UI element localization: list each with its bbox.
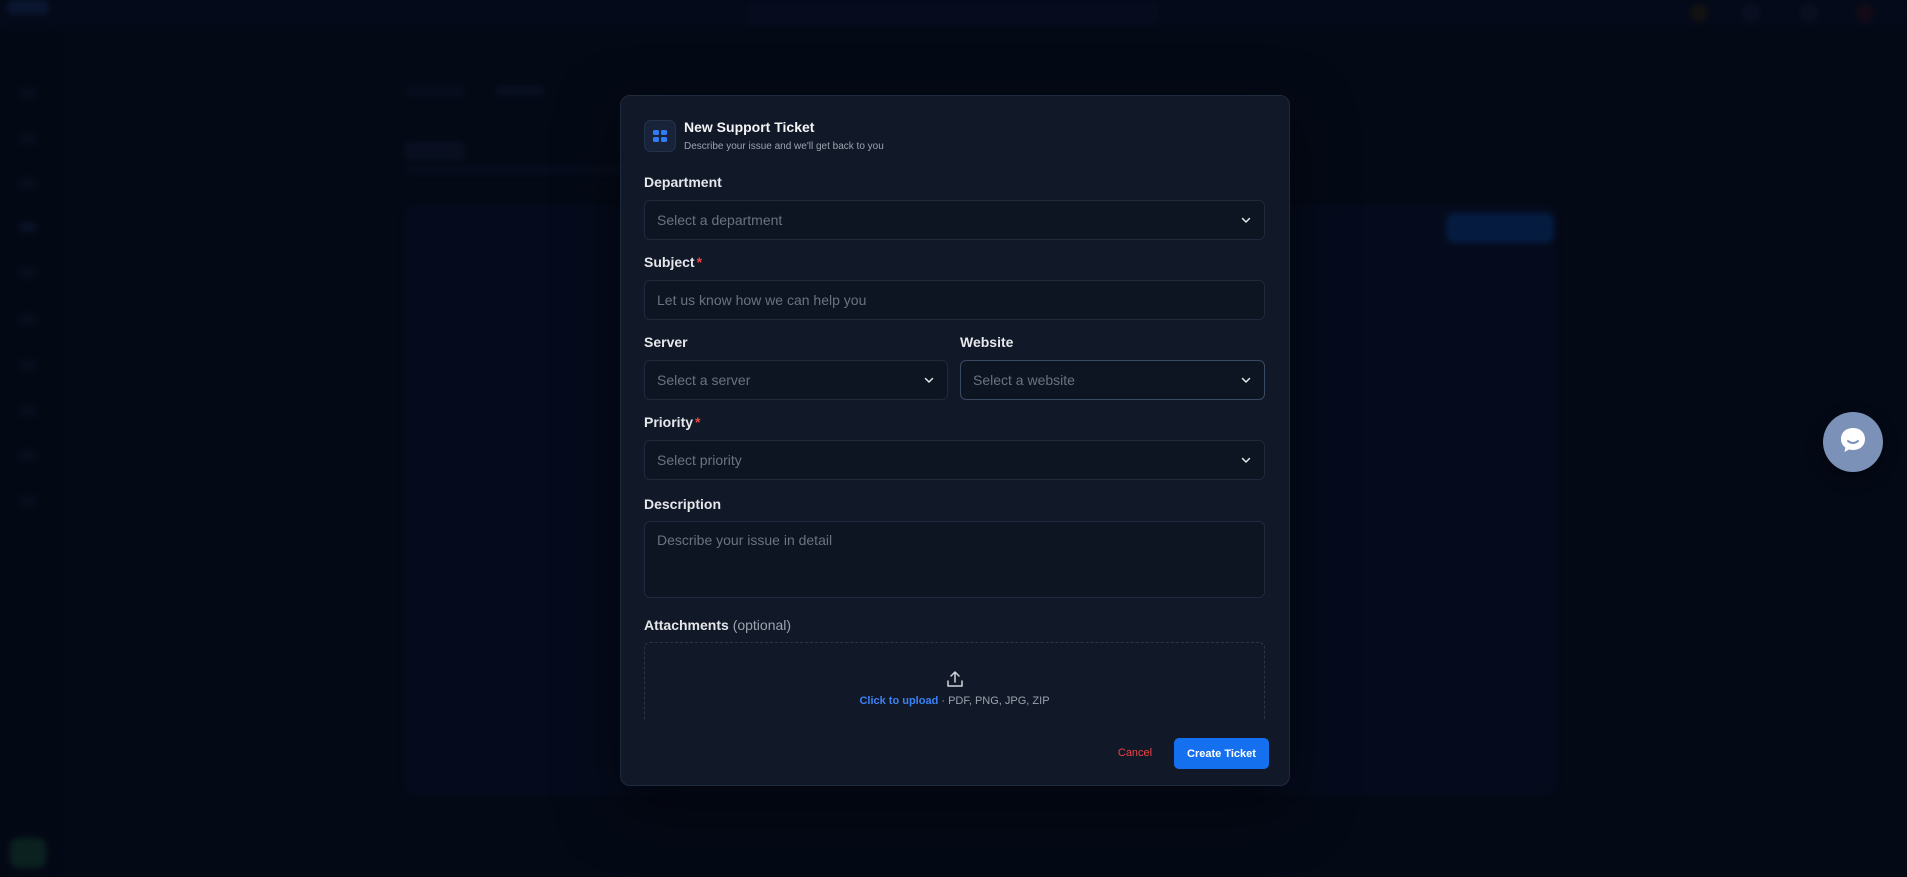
upload-file-types: · PDF, PNG, JPG, ZIP	[938, 695, 1050, 707]
description-textarea[interactable]: Describe your issue in detail	[644, 521, 1265, 598]
priority-select[interactable]: Select priority	[644, 440, 1265, 480]
server-label: Server	[644, 334, 688, 350]
description-placeholder: Describe your issue in detail	[657, 532, 833, 548]
website-label: Website	[960, 334, 1014, 350]
upload-text: Click to upload · PDF, PNG, JPG, ZIP	[859, 695, 1049, 707]
optional-hint: (optional)	[732, 617, 792, 633]
modal-subtitle: Describe your issue and we'll get back t…	[684, 141, 884, 152]
website-select[interactable]: Select a website	[960, 360, 1265, 400]
subject-placeholder: Let us know how we can help you	[657, 292, 867, 308]
new-ticket-modal: New Support Ticket Describe your issue a…	[620, 95, 1290, 786]
department-select[interactable]: Select a department	[644, 200, 1265, 240]
subject-label: Subject *	[644, 254, 703, 270]
support-ticket-icon	[644, 120, 676, 152]
department-placeholder: Select a department	[657, 212, 783, 228]
description-label: Description	[644, 496, 722, 512]
department-label: Department	[644, 174, 722, 190]
chevron-down-icon	[923, 374, 935, 386]
upload-icon	[945, 669, 965, 689]
chevron-down-icon	[1240, 214, 1252, 226]
chevron-down-icon	[1240, 454, 1252, 466]
modal-title: New Support Ticket	[684, 119, 815, 135]
upload-link[interactable]: Click to upload	[859, 695, 938, 707]
chevron-down-icon	[1240, 374, 1252, 386]
attachments-label: Attachments (optional)	[644, 617, 792, 633]
subject-input[interactable]: Let us know how we can help you	[644, 280, 1265, 320]
modal-header: New Support Ticket Describe your issue a…	[644, 118, 884, 158]
server-placeholder: Select a server	[657, 372, 751, 388]
server-select[interactable]: Select a server	[644, 360, 948, 400]
priority-label: Priority *	[644, 414, 701, 430]
create-ticket-button[interactable]: Create Ticket	[1174, 738, 1269, 769]
chat-widget-button[interactable]	[1823, 412, 1883, 472]
priority-placeholder: Select priority	[657, 452, 742, 468]
required-mark: *	[695, 414, 701, 430]
website-placeholder: Select a website	[973, 372, 1075, 388]
cancel-button[interactable]: Cancel	[1106, 738, 1164, 768]
upload-dropzone[interactable]: Click to upload · PDF, PNG, JPG, ZIP	[644, 642, 1265, 720]
required-mark: *	[696, 254, 703, 270]
chat-icon	[1837, 424, 1869, 461]
